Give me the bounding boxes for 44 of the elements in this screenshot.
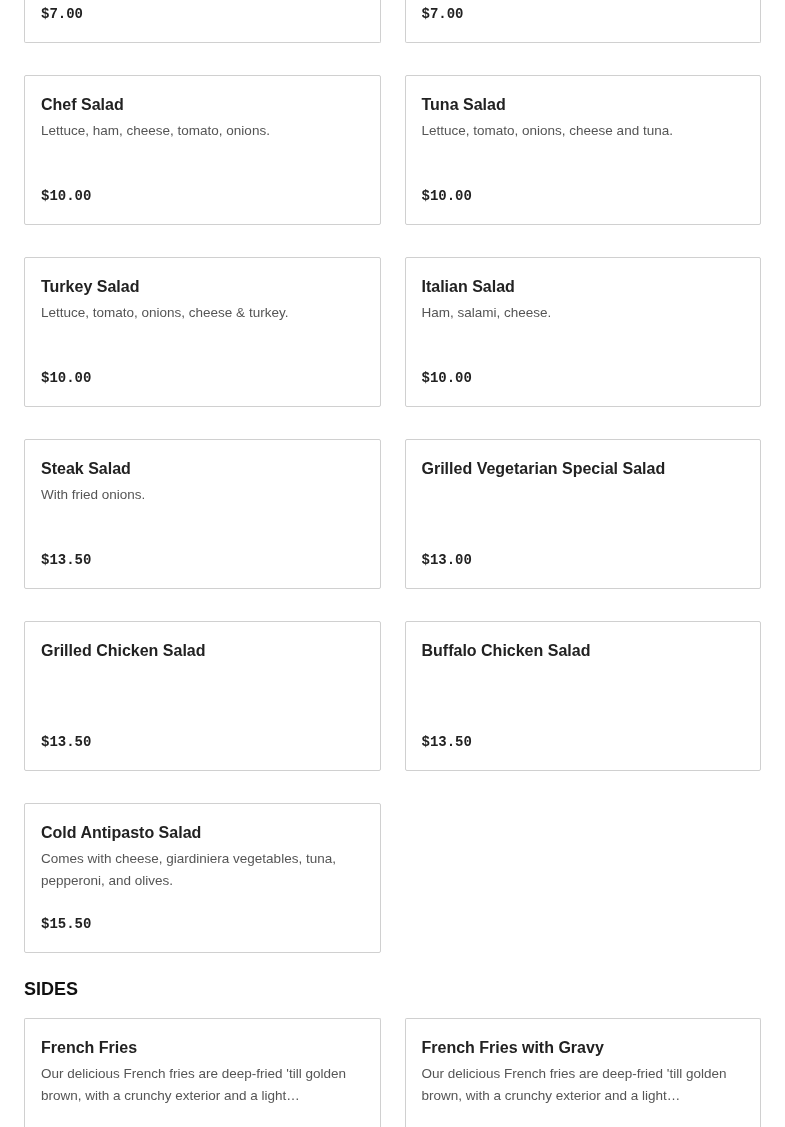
item-name: Chef Salad [41,95,125,115]
menu-item-card[interactable]: Chef Salad Lettuce, ham, cheese, tomato, onions. $10.00 [24,75,381,225]
section-heading: SIDES [24,978,80,1001]
item-description: Our delicious French fries are deep-fried 'till golden brown, with a crunchy exterior and a light… [421,1065,728,1105]
item-description: Our delicious French fries are deep-fried 'till golden brown, with a crunchy exterior and a light… [41,1065,347,1105]
menu-item-card[interactable]: $7.00 [24,0,381,43]
menu-item-card[interactable]: French Fries Our delicious French fries are deep-fried 'till golden brown, with a crunchy exterior and a light… [24,1018,381,1127]
item-name: Grilled Vegetarian Special Salad [421,459,667,479]
item-price: $13.50 [421,733,473,751]
item-description: Lettuce, ham, cheese, tomato, onions. [41,122,271,140]
menu-item-card[interactable]: Italian Salad Ham, salami, cheese. $10.00 [404,257,761,407]
item-description: With fried onions. [41,486,147,504]
item-name: French Fries [41,1038,139,1058]
menu-item-card[interactable]: Steak Salad With fried onions. $13.50 [24,439,381,589]
item-price: $10.00 [41,369,93,387]
item-name: Turkey Salad [41,277,141,297]
item-description: Lettuce, tomato, onions, cheese and tuna. [421,122,674,140]
menu-item-card[interactable]: Grilled Vegetarian Special Salad $13.00 [404,439,761,589]
menu-item-card[interactable]: Buffalo Chicken Salad $13.50 [404,621,761,771]
item-description: Ham, salami, cheese. [421,304,553,322]
item-name: Cold Antipasto Salad [41,823,203,843]
item-name: Steak Salad [41,459,132,479]
item-price: $10.00 [421,369,473,387]
item-price: $13.50 [41,551,93,569]
menu-item-card[interactable]: French Fries with Gravy Our delicious French fries are deep-fried 'till golden brown, with a crunchy exterior and a light… [404,1018,761,1127]
item-name: Buffalo Chicken Salad [421,641,592,661]
item-price: $10.00 [421,187,473,205]
item-name: Grilled Chicken Salad [41,641,207,661]
item-price: $15.50 [41,915,93,933]
menu-item-card[interactable]: Turkey Salad Lettuce, tomato, onions, cheese & turkey. $10.00 [24,257,381,407]
item-price: $7.00 [421,5,465,23]
item-price: $7.00 [41,5,84,23]
item-price: $13.00 [421,551,473,569]
item-name: Italian Salad [421,277,516,297]
item-price: $13.50 [41,733,93,751]
menu-item-card[interactable]: Grilled Chicken Salad $13.50 [24,621,381,771]
item-description: Comes with cheese, giardiniera vegetables, tuna, pepperoni, and olives. [41,850,337,890]
menu-item-card[interactable]: Tuna Salad Lettuce, tomato, onions, cheese and tuna. $10.00 [404,75,761,225]
menu-item-card[interactable]: Cold Antipasto Salad Comes with cheese, giardiniera vegetables, tuna, pepperoni, and olives. $15.50 [24,803,381,953]
item-price: $10.00 [41,187,93,205]
menu-item-card[interactable]: $7.00 [404,0,761,43]
item-name: French Fries with Gravy [421,1038,605,1058]
item-description: Lettuce, tomato, onions, cheese & turkey. [41,304,290,322]
item-name: Tuna Salad [421,95,507,115]
